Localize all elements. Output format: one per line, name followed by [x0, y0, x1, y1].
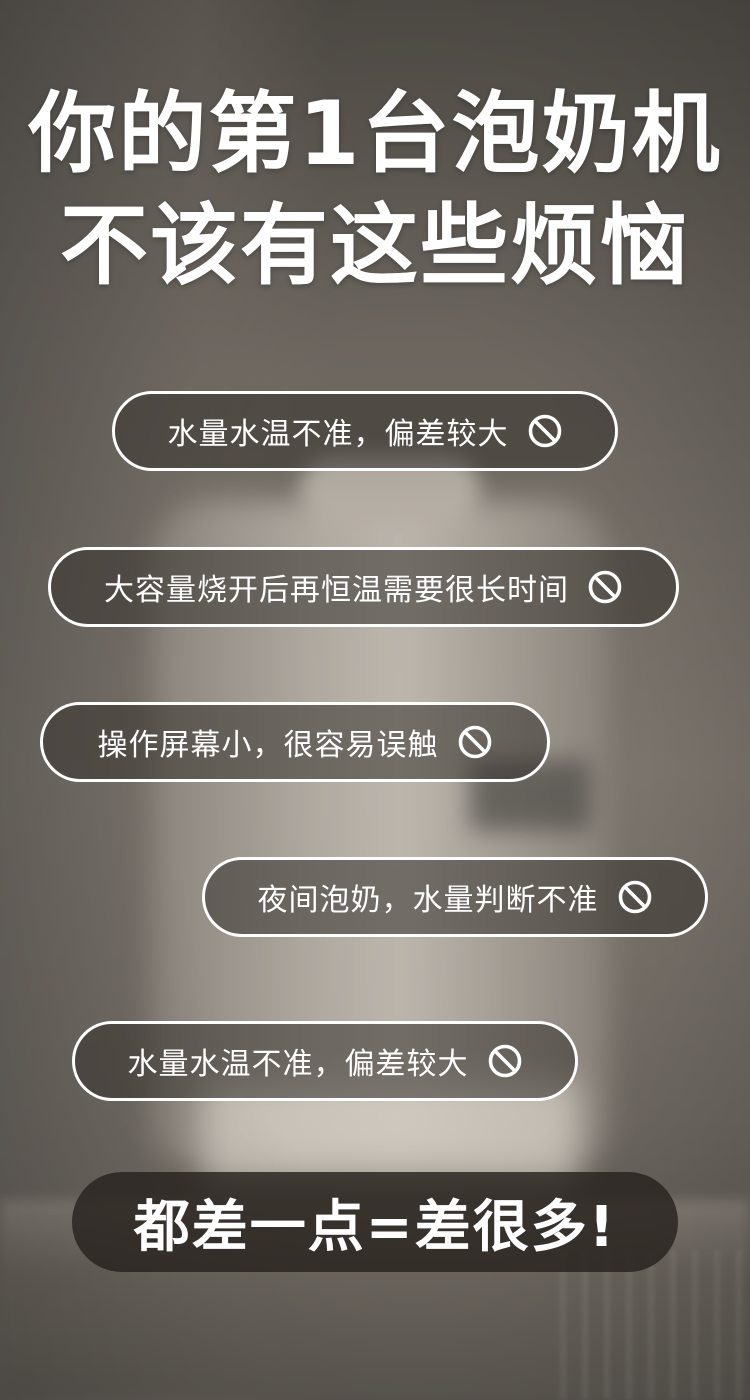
pain-point-pill: 夜间泡奶，水量判断不准 [202, 857, 708, 937]
conclusion-text: 都差一点=差很多! [133, 1194, 617, 1260]
headline-line-2: 不该有这些烦恼 [59, 194, 690, 297]
ban-icon [488, 1044, 521, 1078]
ban-icon [458, 725, 491, 759]
pain-point-pill: 大容量烧开后再恒温需要很长时间 [48, 547, 679, 627]
pain-point-text: 大容量烧开后再恒温需要很长时间 [104, 573, 569, 608]
headline-line-1: 你的第1台泡奶机 [28, 82, 722, 185]
ban-icon [528, 414, 561, 448]
conclusion-banner: 都差一点=差很多! [72, 1172, 678, 1272]
ban-icon [618, 880, 651, 914]
headline: 你的第1台泡奶机 不该有这些烦恼 [0, 78, 750, 302]
pain-point-text: 操作屏幕小，很容易误触 [97, 728, 439, 763]
pain-point-pill: 水量水温不准，偏差较大 [112, 391, 618, 471]
pain-point-text: 夜间泡奶，水量判断不准 [257, 883, 599, 918]
pain-point-pill: 操作屏幕小，很容易误触 [40, 702, 550, 782]
pain-point-text: 水量水温不准，偏差较大 [167, 417, 509, 452]
pain-point-pill: 水量水温不准，偏差较大 [72, 1021, 578, 1101]
pain-point-text: 水量水温不准，偏差较大 [127, 1047, 469, 1082]
ban-icon [588, 570, 622, 604]
